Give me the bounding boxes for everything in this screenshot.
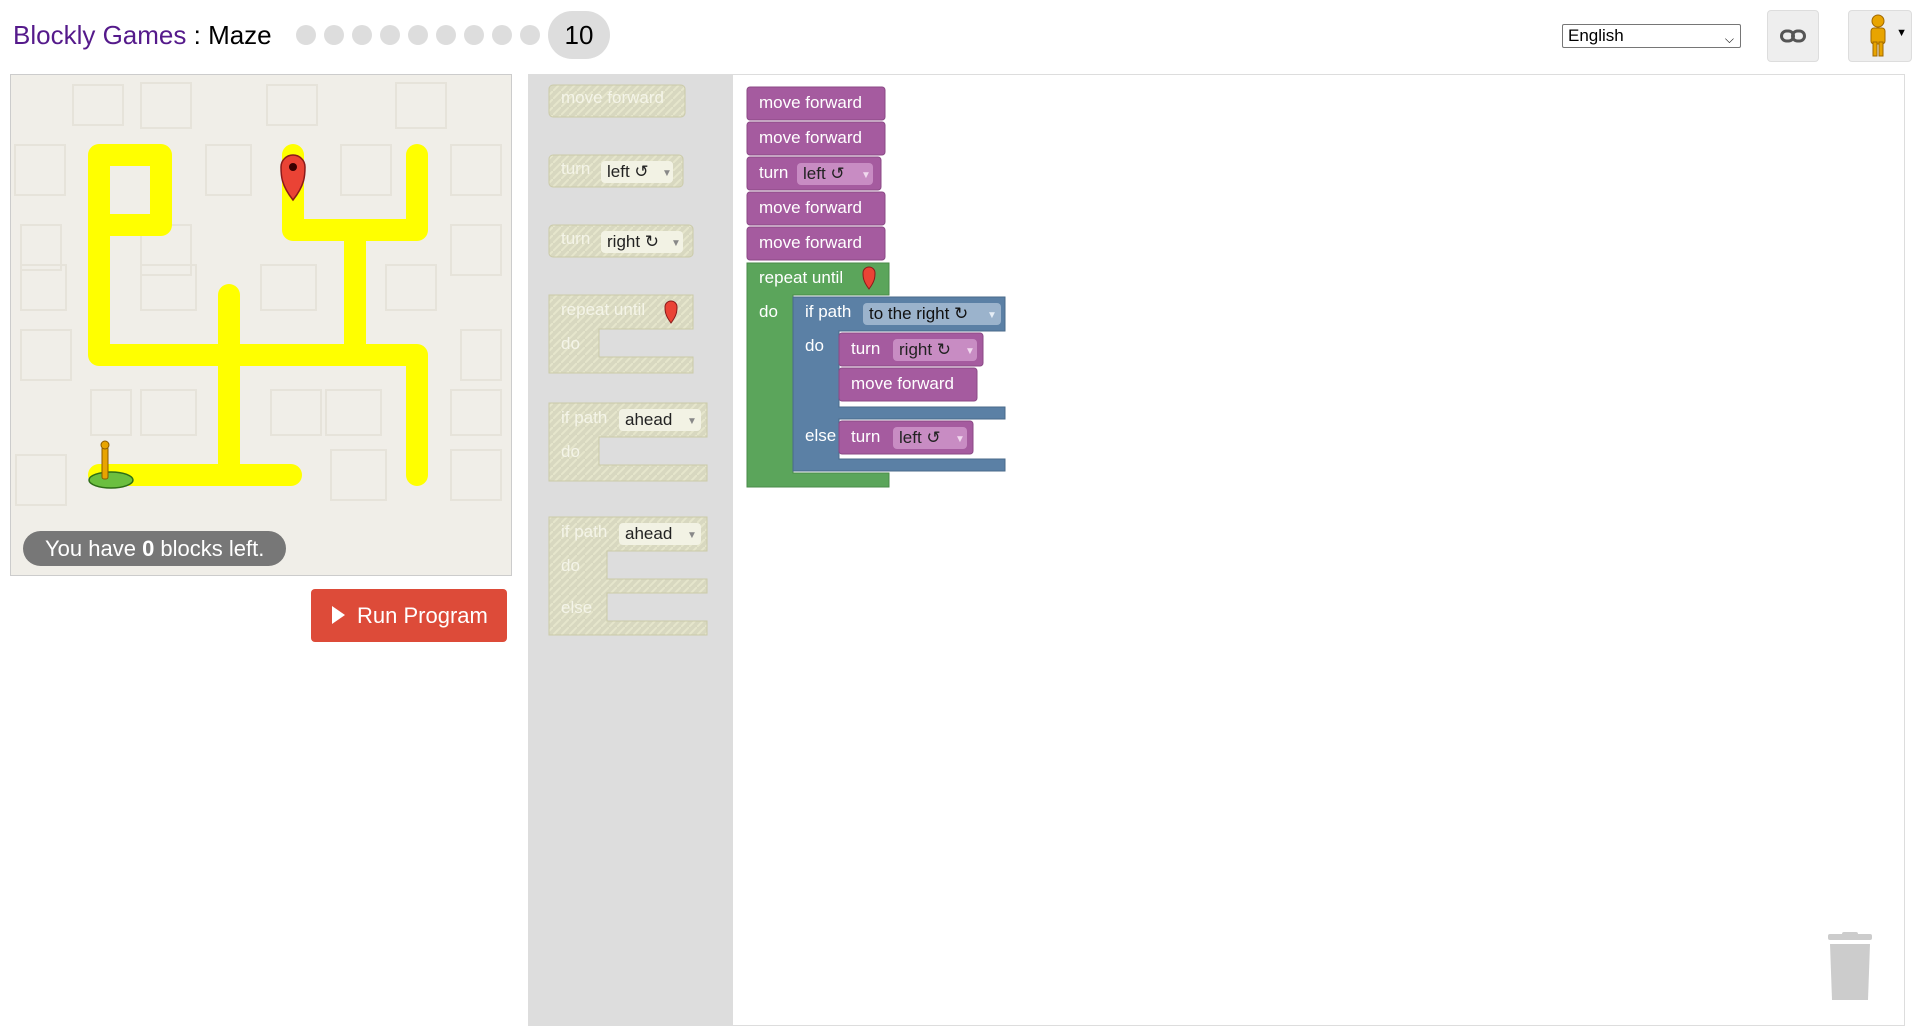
page-title: Blockly Games : Maze	[13, 20, 272, 51]
block-label: turn	[561, 229, 590, 248]
link-button[interactable]	[1767, 10, 1819, 62]
toolbox-repeat-until-block[interactable]: repeat until do	[548, 294, 694, 374]
block-label: else	[805, 426, 836, 445]
language-selected-value: English	[1568, 26, 1624, 45]
level-progress	[296, 23, 548, 47]
block-label: repeat until	[759, 268, 843, 287]
chevron-down-icon: ⌵	[1724, 32, 1734, 46]
toolbox-if-path-block[interactable]: if path ahead ▼ do	[548, 402, 708, 482]
level-dot[interactable]	[380, 25, 400, 45]
block-label: move forward	[759, 128, 862, 147]
maze-path	[88, 144, 428, 486]
block-label: do	[561, 334, 580, 353]
capacity-suffix: blocks left.	[154, 536, 265, 561]
block-label: do	[759, 302, 778, 321]
block-label: move forward	[759, 198, 862, 217]
toolbox-move-forward-block[interactable]: move forward	[548, 84, 686, 118]
block-label: if path	[805, 302, 851, 321]
dropdown-value: left ↺	[899, 428, 941, 447]
chevron-down-icon: ▼	[965, 346, 975, 357]
chevron-down-icon: ▼	[671, 238, 681, 249]
block-label: move forward	[759, 233, 862, 252]
blocks-canvas: move forward turn left ↺ ▼ turn right ↻ …	[548, 84, 1006, 636]
block-label: do	[561, 556, 580, 575]
chevron-down-icon: ▼	[955, 434, 965, 445]
level-dot[interactable]	[296, 25, 316, 45]
block-label: if path	[561, 408, 607, 427]
level-dot[interactable]	[352, 25, 372, 45]
capacity-prefix: You have	[45, 536, 143, 561]
block-label: if path	[561, 522, 607, 541]
dropdown-value: ahead	[625, 524, 672, 543]
title-separator: :	[186, 20, 209, 50]
level-dot[interactable]	[324, 25, 344, 45]
level-dot[interactable]	[464, 25, 484, 45]
level-dot[interactable]	[408, 25, 428, 45]
program-turn-left-block[interactable]: turn left ↺ ▼	[746, 156, 882, 191]
toolbox-if-else-path-block[interactable]: if path ahead ▼ do else	[548, 516, 708, 636]
program-move-forward-block[interactable]: move forward	[746, 86, 886, 121]
block-label: move forward	[561, 88, 664, 107]
maze-map	[14, 82, 502, 506]
dropdown-value: right ↻	[607, 232, 659, 251]
run-program-label: Run Program	[357, 603, 488, 628]
dropdown-value: right ↻	[899, 340, 951, 359]
play-icon	[332, 606, 345, 624]
program-move-forward-block[interactable]: move forward	[838, 367, 978, 402]
trash-can-icon[interactable]	[1826, 932, 1874, 1002]
header: Blockly Games : Maze 10 English ⌵ ▼	[0, 0, 1920, 72]
blockly-workspace[interactable]: move forward turn left ↺ ▼ turn right ↻ …	[528, 74, 1905, 1026]
block-label: turn	[851, 427, 880, 446]
block-label: turn	[561, 159, 590, 178]
chevron-down-icon: ▼	[861, 170, 871, 181]
maze-canvas: You have 0 blocks left.	[10, 74, 512, 576]
game-name: Maze	[208, 20, 272, 50]
program-turn-left-block[interactable]: turn left ↺ ▼	[838, 420, 974, 455]
program-move-forward-block[interactable]: move forward	[746, 191, 886, 226]
program-move-forward-block[interactable]: move forward	[746, 226, 886, 261]
link-icon	[1780, 29, 1806, 43]
program-move-forward-block[interactable]: move forward	[746, 121, 886, 156]
capacity-count: 0	[142, 536, 155, 561]
block-label: do	[805, 336, 824, 355]
block-label: else	[561, 598, 592, 617]
chevron-down-icon: ▼	[662, 168, 672, 179]
dropdown-value: to the right ↻	[869, 304, 968, 323]
level-dot[interactable]	[436, 25, 456, 45]
pegman-menu-button[interactable]: ▼	[1848, 10, 1912, 62]
chevron-down-icon: ▼	[687, 530, 697, 541]
run-program-button[interactable]: Run Program	[311, 589, 507, 642]
app-home-link[interactable]: Blockly Games	[13, 20, 186, 50]
toolbox-turn-left-block[interactable]: turn left ↺ ▼	[548, 154, 684, 188]
blocks-remaining-badge: You have 0 blocks left.	[23, 531, 287, 566]
maze-background-tiles	[14, 82, 502, 506]
toolbox-turn-right-block[interactable]: turn right ↻ ▼	[548, 224, 694, 258]
block-label: repeat until	[561, 300, 645, 319]
level-dot[interactable]	[520, 25, 540, 45]
block-label: turn	[851, 339, 880, 358]
dropdown-value: ahead	[625, 410, 672, 429]
language-select[interactable]: English ⌵	[1562, 24, 1741, 48]
block-label: move forward	[851, 374, 954, 393]
level-dot[interactable]	[492, 25, 512, 45]
block-label: turn	[759, 163, 788, 182]
chevron-down-icon: ▼	[687, 416, 697, 427]
chevron-down-icon: ▼	[987, 310, 997, 321]
block-label: move forward	[759, 93, 862, 112]
current-level-indicator[interactable]: 10	[548, 11, 610, 59]
pegman-icon	[1870, 14, 1886, 57]
program-turn-right-block[interactable]: turn right ↻ ▼	[838, 332, 984, 367]
block-label: do	[561, 442, 580, 461]
dropdown-value: left ↺	[803, 164, 845, 183]
chevron-down-icon: ▼	[1896, 27, 1907, 39]
dropdown-value: left ↺	[607, 162, 649, 181]
